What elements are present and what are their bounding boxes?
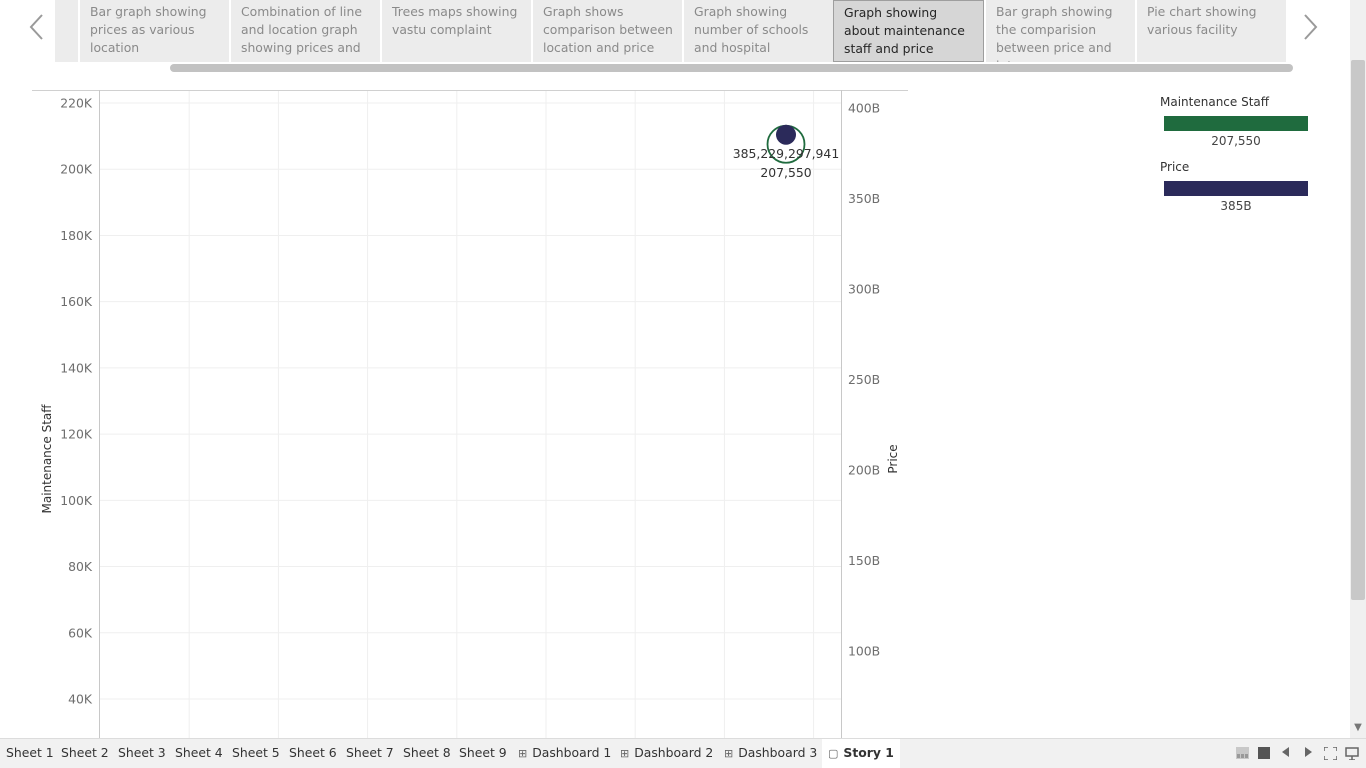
tab-label: Sheet 1	[6, 745, 54, 760]
legend-title-price: Price	[1160, 160, 1190, 174]
story-points-strip: Bar graph showing prices as various loca…	[55, 0, 1293, 62]
next-sheet-icon[interactable]	[1304, 747, 1312, 761]
dashboard-icon: ⊞	[620, 747, 630, 760]
tab-label: Dashboard 2	[634, 745, 714, 760]
maintenance-staff-data-label: 207,550	[760, 165, 811, 180]
story-point[interactable]: Graph showing number of schools and hosp…	[682, 0, 833, 62]
left-axis-tick-label: 40K	[68, 692, 93, 707]
chevron-left-icon	[29, 14, 43, 40]
tab-dashboard-2[interactable]: ⊞ Dashboard 2	[620, 739, 713, 768]
tab-label: Sheet 3	[118, 745, 166, 760]
legend-value-price: 385B	[1220, 199, 1252, 213]
dashboard-icon: ⊞	[724, 747, 734, 760]
tab-label: Sheet 7	[346, 745, 394, 760]
single-view-icon[interactable]	[1258, 747, 1270, 761]
tab-sheet-3[interactable]: Sheet 3	[118, 739, 166, 768]
right-axis-tick-label: 200B	[848, 463, 880, 478]
dashboard-icon: ⊞	[518, 747, 528, 760]
story-point-active[interactable]: Graph showing about maintenance staff an…	[833, 0, 984, 62]
left-axis-tick-label: 220K	[60, 96, 93, 111]
legend-title-maintenance-staff: Maintenance Staff	[1160, 95, 1270, 109]
presentation-mode-icon[interactable]	[1345, 747, 1359, 761]
left-axis-title: Maintenance Staff	[40, 404, 54, 514]
right-axis-title: Price	[886, 444, 900, 473]
right-axis-tick-label: 350B	[848, 191, 880, 206]
tab-label: Sheet 6	[289, 745, 337, 760]
tab-label: Dashboard 3	[738, 745, 818, 760]
legend-swatch-price[interactable]	[1164, 181, 1308, 196]
tab-label: Story 1	[843, 745, 894, 760]
tab-sheet-9[interactable]: Sheet 9	[459, 739, 507, 768]
tab-label: Sheet 2	[61, 745, 109, 760]
right-axis-ticks: 400B 350B 300B 250B 200B 150B 100B	[848, 101, 880, 659]
tab-sheet-6[interactable]: Sheet 6	[289, 739, 337, 768]
tab-sheet-2[interactable]: Sheet 2	[61, 739, 109, 768]
story-icon: ▢	[828, 747, 839, 760]
tab-label: Sheet 5	[232, 745, 280, 760]
tab-dashboard-3[interactable]: ⊞ Dashboard 3	[724, 739, 817, 768]
story-navigator: Bar graph showing prices as various loca…	[0, 0, 1350, 62]
fullscreen-icon[interactable]	[1323, 746, 1338, 761]
left-axis-tick-label: 200K	[60, 162, 93, 177]
left-axis-tick-label: 60K	[68, 625, 93, 640]
tab-label: Sheet 4	[175, 745, 223, 760]
right-axis-tick-label: 400B	[848, 101, 880, 116]
filmstrip-view-icon[interactable]	[1236, 747, 1249, 761]
previous-sheet-icon[interactable]	[1282, 747, 1290, 761]
tab-sheet-4[interactable]: Sheet 4	[175, 739, 223, 768]
right-axis-tick-label: 250B	[848, 372, 880, 387]
story-point[interactable]: Bar graph showing prices as various loca…	[78, 0, 229, 62]
legend-swatch-maintenance-staff[interactable]	[1164, 116, 1308, 131]
story-point[interactable]: Bar graph showing the comparision betwee…	[984, 0, 1135, 62]
dual-axis-chart: 220K 200K 180K 160K 140K 120K 100K 80K 60K 40K 40…	[32, 90, 908, 738]
tab-sheet-1[interactable]: Sheet 1	[6, 739, 54, 768]
legend-value-maintenance-staff: 207,550	[1211, 134, 1261, 148]
story-scrollbar-thumb[interactable]	[170, 64, 1293, 72]
left-axis-ticks: 220K 200K 180K 160K 140K 120K 100K 80K 60K 40K	[60, 96, 93, 707]
page-scrollbar-thumb[interactable]	[1351, 60, 1365, 600]
left-axis-tick-label: 140K	[60, 360, 93, 375]
tab-sheet-7[interactable]: Sheet 7	[346, 739, 394, 768]
tab-sheet-5[interactable]: Sheet 5	[232, 739, 280, 768]
left-axis-tick-label: 120K	[60, 427, 93, 442]
tab-sheet-8[interactable]: Sheet 8	[403, 739, 451, 768]
price-data-label: 385,229,297,941	[733, 146, 839, 161]
tab-story-1[interactable]: ▢ Story 1	[822, 739, 900, 768]
left-axis-tick-label: 160K	[60, 294, 93, 309]
story-point-partial[interactable]	[55, 0, 78, 62]
next-story-point-button[interactable]	[1295, 10, 1325, 44]
price-mark[interactable]	[776, 124, 796, 145]
gridlines	[100, 90, 841, 738]
left-axis-tick-label: 180K	[60, 228, 93, 243]
right-axis-tick-label: 100B	[848, 644, 880, 659]
previous-story-point-button[interactable]	[22, 10, 52, 44]
tab-label: Dashboard 1	[532, 745, 612, 760]
scroll-down-arrow-icon[interactable]: ▼	[1353, 722, 1363, 734]
tab-label: Sheet 8	[403, 745, 451, 760]
left-axis-tick-label: 100K	[60, 493, 93, 508]
sheet-tab-bar: Sheet 1 Sheet 2 Sheet 3 Sheet 4 Sheet 5 …	[0, 738, 1366, 768]
story-point[interactable]: Combination of line and location graph s…	[229, 0, 380, 62]
tab-dashboard-1[interactable]: ⊞ Dashboard 1	[518, 739, 611, 768]
story-point[interactable]: Trees maps showing vastu complaint	[380, 0, 531, 62]
right-axis-tick-label: 300B	[848, 282, 880, 297]
left-axis-tick-label: 80K	[68, 559, 93, 574]
story-point[interactable]: Graph shows comparison between location …	[531, 0, 682, 62]
chevron-right-icon	[1304, 14, 1318, 40]
tab-label: Sheet 9	[459, 745, 507, 760]
story-point[interactable]: Pie chart showing various facility	[1135, 0, 1286, 62]
right-axis-tick-label: 150B	[848, 553, 880, 568]
